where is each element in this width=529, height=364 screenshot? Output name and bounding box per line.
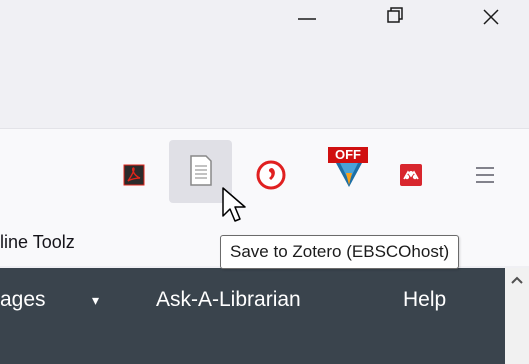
close-icon	[483, 9, 499, 25]
minimize-button[interactable]	[298, 0, 358, 38]
acrobat-extension-button[interactable]	[122, 163, 146, 187]
restore-icon	[387, 7, 403, 23]
mendeley-extension-button[interactable]	[399, 163, 423, 187]
off-badge-label: OFF	[335, 147, 361, 162]
close-button[interactable]	[470, 0, 529, 38]
adobe-acrobat-icon	[123, 164, 145, 186]
nav-item-pages[interactable]: ages	[0, 288, 46, 312]
nav-item-help[interactable]: Help	[403, 288, 446, 312]
nav-item-ask-a-librarian[interactable]: Ask-A-Librarian	[156, 288, 301, 312]
bookmark-item-partial[interactable]: line Toolz	[0, 232, 75, 253]
minimize-icon	[298, 18, 316, 20]
app-menu-button[interactable]	[474, 164, 498, 186]
scroll-up-arrow-icon[interactable]	[505, 268, 529, 292]
hamburger-menu-icon	[476, 167, 494, 183]
zotero-tooltip: Save to Zotero (EBSCOhost)	[220, 235, 460, 269]
mouse-cursor-icon	[222, 187, 246, 222]
red-circle-icon	[256, 160, 286, 190]
off-badge-extension-button[interactable]: OFF	[326, 147, 372, 193]
mendeley-icon	[400, 164, 422, 186]
restore-button[interactable]	[384, 0, 444, 38]
vertical-scrollbar[interactable]	[505, 268, 529, 364]
page-content	[0, 268, 529, 364]
chevron-down-icon: ▾	[92, 292, 100, 308]
title-bar	[0, 0, 529, 128]
red-circle-extension-button[interactable]	[255, 159, 287, 191]
